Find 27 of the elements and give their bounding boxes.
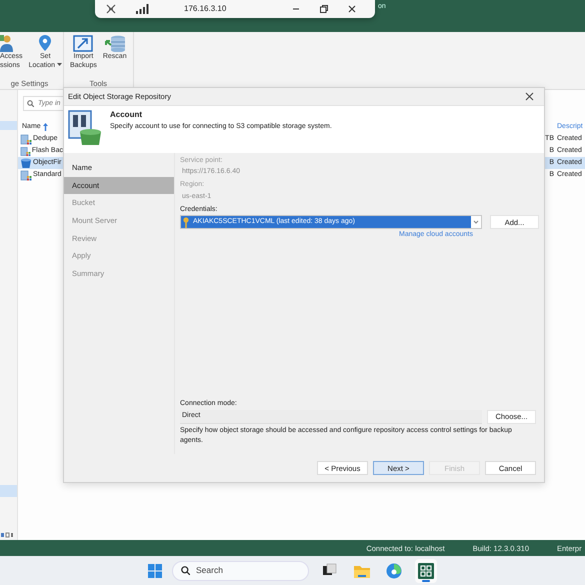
close-icon[interactable] [525,92,534,101]
location-pin-icon [38,35,52,52]
restore-icon[interactable] [319,4,329,14]
repository-icon [20,146,31,156]
disconnected-icon[interactable] [105,3,117,15]
server-bucket-icon [68,110,102,146]
repository-icon [20,134,32,144]
import-icon [73,35,94,52]
key-icon [182,216,190,228]
chevron-down-icon [471,218,481,226]
repository-icon [20,170,32,180]
person-icon [0,35,13,52]
taskbar-search[interactable]: Search [172,560,309,580]
browser-icon [386,562,402,578]
taskbar-button[interactable] [415,558,437,582]
search-icon [27,100,34,107]
app-icon [418,562,434,578]
remote-address: 176.16.3.10 [184,4,226,14]
close-icon[interactable] [347,4,357,14]
windows-logo-icon[interactable] [148,564,162,578]
view-options-icon[interactable] [1,532,15,538]
search-icon [181,566,190,575]
sort-arrow-icon[interactable] [42,123,48,131]
database-icon [104,35,125,52]
step-heading: Account [110,110,143,120]
bucket-icon [20,158,32,168]
signal-icon [135,4,149,14]
